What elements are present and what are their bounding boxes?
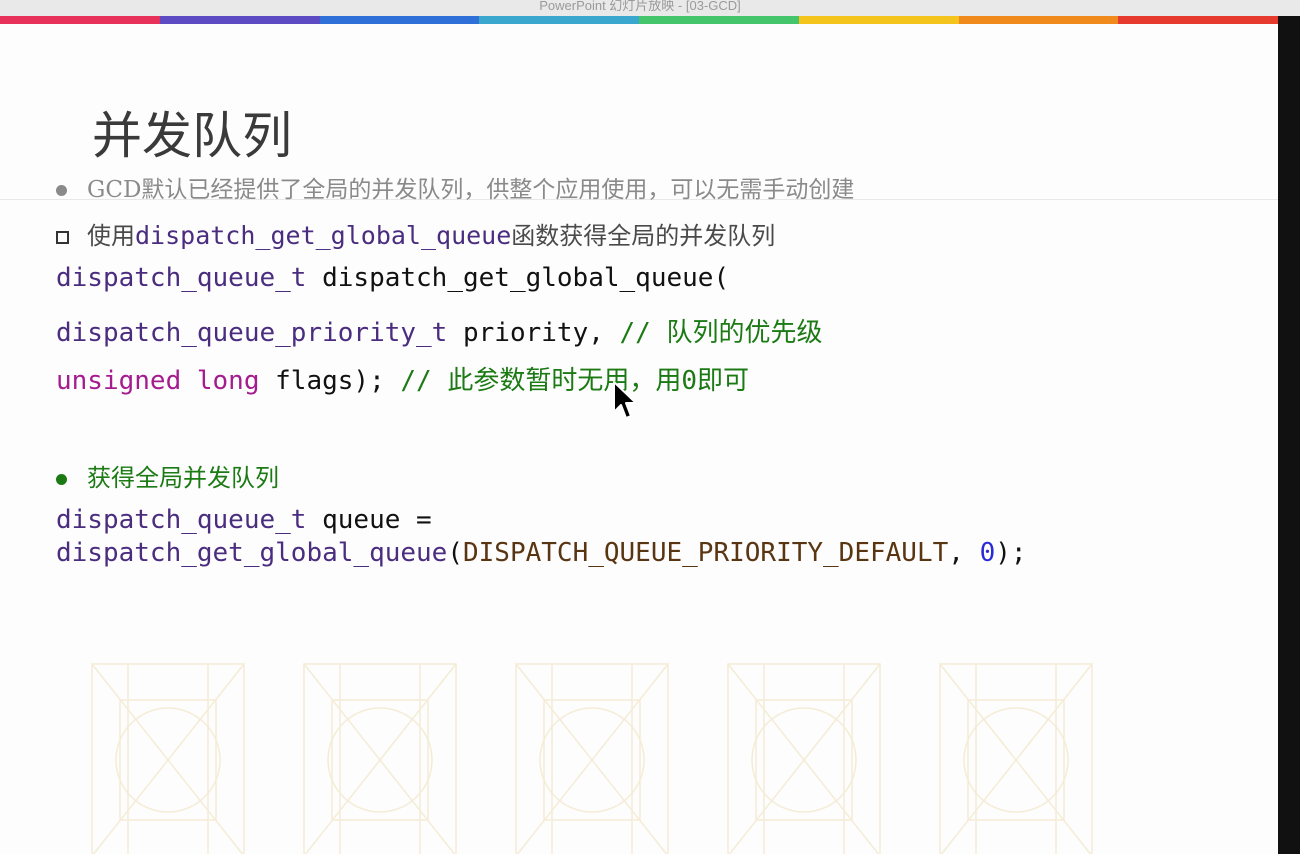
get-queue-bullet: 获得全局并发队列	[56, 458, 279, 493]
bullet-square-icon	[56, 231, 69, 244]
window-title: PowerPoint 幻灯片放映 - [03-GCD]	[539, 0, 741, 13]
code-text: queue =	[306, 505, 432, 535]
accent-segment	[1118, 16, 1278, 24]
code-text: priority,	[447, 318, 620, 348]
code-number: 0	[979, 538, 996, 568]
code-func: dispatch_get_global_queue	[56, 538, 448, 568]
code-decl-line-2: dispatch_queue_priority_t priority, // 队…	[56, 312, 823, 349]
code-constant: DISPATCH_QUEUE_PRIORITY_DEFAULT	[463, 538, 949, 568]
grid-watermark-icon	[91, 663, 245, 854]
code-text: );	[995, 538, 1027, 568]
accent-segment	[798, 16, 959, 24]
sub-bullet: 使用dispatch_get_global_queue函数获得全局的并发队列	[56, 216, 775, 251]
slide-accent-bar	[0, 16, 1278, 24]
sub-bullet-prefix: 使用	[87, 222, 135, 250]
code-comment: // 队列的优先级	[619, 318, 823, 348]
grid-watermark-icon	[939, 663, 1093, 854]
code-comment: // 此参数暂时无用，用0即可	[400, 366, 750, 396]
mouse-cursor-icon	[613, 381, 637, 419]
code-text: ,	[948, 538, 980, 568]
code-example-line-2: dispatch_get_global_queue(DISPATCH_QUEUE…	[56, 538, 1027, 568]
slide-canvas[interactable]: 并发队列 GCD默认已经提供了全局的并发队列，供整个应用使用，可以无需手动创建 …	[0, 24, 1278, 854]
grid-watermark-icon	[303, 663, 457, 854]
code-decl-line-1: dispatch_queue_t dispatch_get_global_que…	[56, 263, 729, 293]
code-type: dispatch_queue_t	[56, 505, 307, 535]
accent-segment	[0, 16, 160, 24]
bullet-dot-icon	[56, 185, 67, 196]
bullet-dot-icon	[56, 474, 67, 485]
grid-watermark-icon	[515, 663, 669, 854]
accent-segment	[639, 16, 799, 24]
accent-segment	[159, 16, 320, 24]
code-decl-line-3: unsigned long flags); // 此参数暂时无用，用0即可	[56, 360, 749, 397]
code-text: (	[447, 538, 463, 568]
code-type: dispatch_queue_t	[56, 263, 307, 293]
window-titlebar: PowerPoint 幻灯片放映 - [03-GCD]	[0, 0, 1300, 16]
sub-bullet-suffix: 函数获得全局的并发队列	[511, 222, 776, 250]
code-example-line-1: dispatch_queue_t queue =	[56, 505, 432, 535]
accent-segment	[479, 16, 639, 24]
code-text: flags);	[259, 366, 401, 396]
sub-bullet-func: dispatch_get_global_queue	[135, 221, 512, 250]
code-keyword: unsigned long	[56, 366, 260, 396]
code-text: dispatch_get_global_queue(	[306, 263, 730, 293]
get-queue-text: 获得全局并发队列	[87, 464, 279, 492]
intro-text: GCD默认已经提供了全局的并发队列，供整个应用使用，可以无需手动创建	[87, 177, 855, 203]
accent-segment	[319, 16, 480, 24]
intro-bullet: GCD默认已经提供了全局的并发队列，供整个应用使用，可以无需手动创建	[56, 170, 854, 204]
slide-title: 并发队列	[92, 107, 292, 165]
accent-segment	[958, 16, 1119, 24]
screen-edge	[1278, 16, 1300, 854]
code-type: dispatch_queue_priority_t	[56, 318, 448, 348]
grid-watermark-icon	[727, 663, 881, 854]
